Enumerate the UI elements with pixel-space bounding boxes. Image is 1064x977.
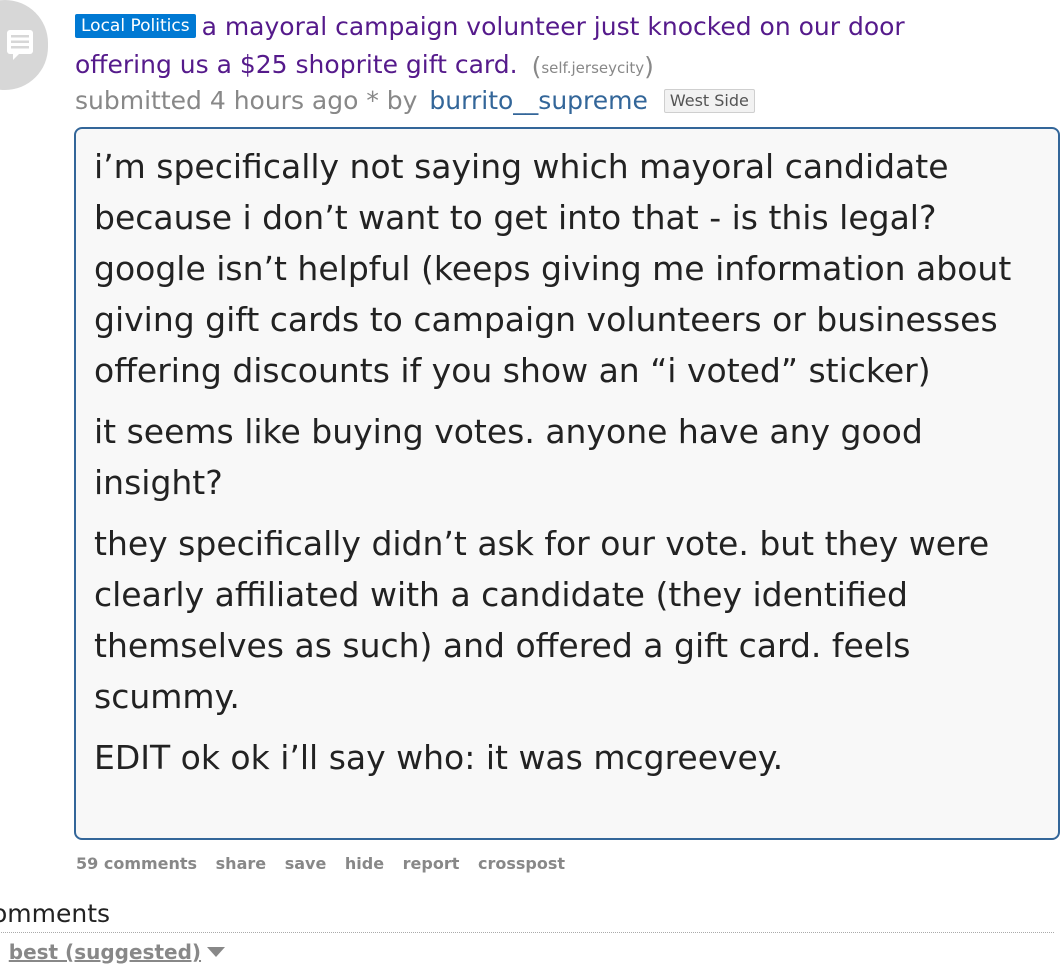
hide-button[interactable]: hide [345,854,384,873]
author-link[interactable]: burrito__supreme [429,86,647,115]
self-post-icon [7,30,33,60]
post-domain: (self.jerseycity) [531,52,654,81]
selftext-paragraph: they specifically didn’t ask for our vot… [94,524,990,716]
save-button[interactable]: save [285,854,327,873]
submitted-text: submitted 4 hours ago * by [75,86,418,115]
report-button[interactable]: report [403,854,460,873]
sort-label: : [0,940,1,964]
comment-sort: : best (suggested) [0,938,226,966]
post-tagline: submitted 4 hours ago * by burrito__supr… [75,82,755,120]
comments-heading: omments [0,898,1054,933]
link-flair[interactable]: Local Politics [75,14,196,38]
selftext-paragraph: i’m specifically not saying which mayora… [94,147,1012,390]
post-title-row: Local Politics a mayoral campaign volunte… [75,8,1060,46]
author-flair: West Side [663,89,755,113]
share-button[interactable]: share [216,854,266,873]
post-title-line2[interactable]: offering us a $25 shoprite gift card. [75,50,518,79]
sort-dropdown[interactable]: best (suggested) [9,940,201,964]
caret-down-icon[interactable] [207,947,226,957]
self-post-thumbnail[interactable] [0,0,48,90]
comments-button[interactable]: 59 comments [76,854,197,873]
post-title-line1[interactable]: a mayoral campaign volunteer just knocke… [202,12,905,41]
domain-link[interactable]: self.jerseycity [541,59,644,77]
post-buttons: 59 comments share save hide report cross… [76,852,578,876]
selftext-paragraph: it seems like buying votes. anyone have … [94,412,923,502]
post-selftext: i’m specifically not saying which mayora… [74,127,1060,840]
crosspost-button[interactable]: crosspost [478,854,565,873]
post-title-row-2: offering us a $25 shoprite gift card. (se… [75,46,1060,87]
post-page: Local Politics a mayoral campaign volunte… [0,0,1064,977]
selftext-paragraph: EDIT ok ok i’ll say who: it was mcgreeve… [94,738,784,777]
